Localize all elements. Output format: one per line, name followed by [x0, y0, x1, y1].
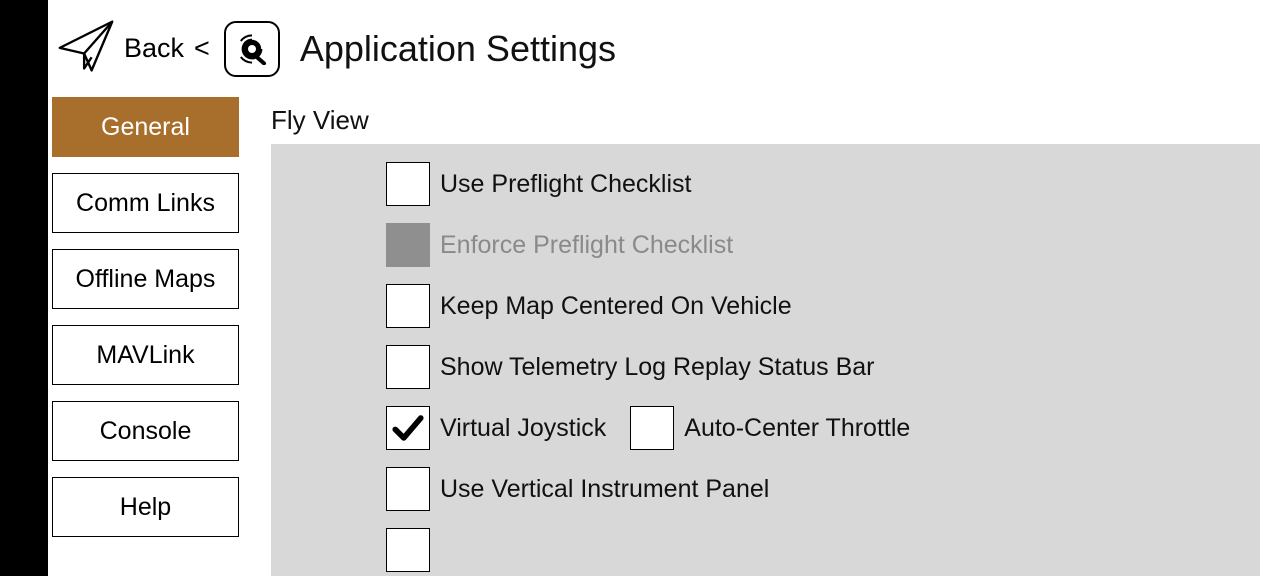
setting-label: Use Vertical Instrument Panel	[440, 475, 769, 504]
header: Back < Application Settings	[48, 0, 1280, 97]
setting-label: Virtual Joystick	[440, 414, 606, 443]
back-button[interactable]: Back <	[124, 33, 210, 64]
checkbox-enforce-preflight-checklist	[386, 223, 430, 267]
setting-label: Enforce Preflight Checklist	[440, 231, 733, 260]
checkbox-cutoff[interactable]	[386, 528, 430, 572]
checkmark-icon	[391, 411, 425, 445]
checkbox-auto-center-throttle[interactable]	[630, 406, 674, 450]
section-title: Fly View	[271, 97, 1260, 144]
checkbox-virtual-joystick[interactable]	[386, 406, 430, 450]
setting-label: Auto-Center Throttle	[684, 414, 910, 443]
sidebar-item-mavlink[interactable]: MAVLink	[52, 325, 239, 385]
paper-airplane-icon	[56, 16, 116, 81]
checkbox-use-preflight-checklist[interactable]	[386, 162, 430, 206]
sidebar-item-label: MAVLink	[96, 341, 194, 370]
checkbox-keep-map-centered[interactable]	[386, 284, 430, 328]
sidebar-item-comm-links[interactable]: Comm Links	[52, 173, 239, 233]
qgroundcontrol-icon	[224, 21, 280, 77]
sidebar-item-general[interactable]: General	[52, 97, 239, 157]
sidebar-item-label: Offline Maps	[76, 265, 216, 294]
settings-panel: Use Preflight Checklist Enforce Prefligh…	[271, 144, 1260, 576]
page-title: Application Settings	[300, 28, 616, 70]
sidebar-item-offline-maps[interactable]: Offline Maps	[52, 249, 239, 309]
setting-label: Keep Map Centered On Vehicle	[440, 292, 792, 321]
checkbox-show-telemetry-log-replay[interactable]	[386, 345, 430, 389]
setting-label: Show Telemetry Log Replay Status Bar	[440, 353, 875, 382]
sidebar-item-console[interactable]: Console	[52, 401, 239, 461]
sidebar-item-label: General	[101, 113, 190, 142]
sidebar-item-help[interactable]: Help	[52, 477, 239, 537]
back-label: Back	[124, 33, 184, 64]
sidebar: General Comm Links Offline Maps MAVLink …	[48, 97, 243, 576]
checkbox-use-vertical-instrument-panel[interactable]	[386, 467, 430, 511]
sidebar-item-label: Help	[120, 493, 171, 522]
chevron-left-icon: <	[194, 33, 210, 64]
setting-label: Use Preflight Checklist	[440, 170, 691, 199]
left-black-strip	[0, 0, 48, 576]
sidebar-item-label: Comm Links	[76, 189, 215, 218]
sidebar-item-label: Console	[100, 417, 192, 446]
